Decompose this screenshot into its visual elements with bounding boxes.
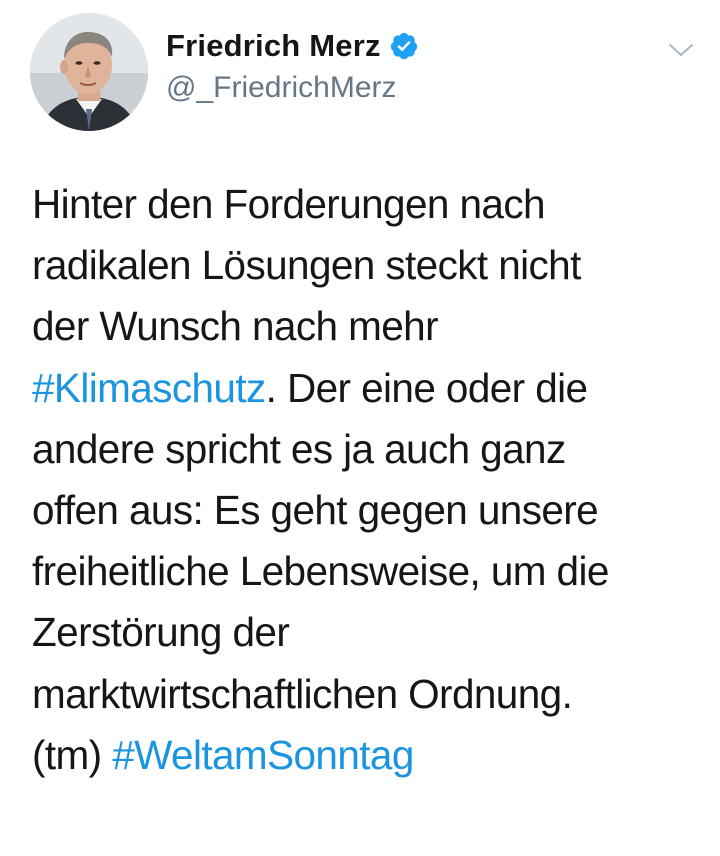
tweet-line: radikalen Lösungen steckt nicht <box>32 242 581 289</box>
tweet-line-text: . Der eine oder die <box>265 364 588 411</box>
tweet-line: freiheitliche Lebensweise, um die <box>32 548 609 595</box>
avatar-photo <box>30 13 148 131</box>
tweet-line: #Klimaschutz. Der eine oder die <box>32 358 702 419</box>
user-handle[interactable]: @_FriedrichMerz <box>166 68 397 108</box>
tweet-line: (tm) #WeltamSonntag <box>32 725 702 786</box>
tweet-line-text: (tm) <box>32 731 113 778</box>
tweet-line: der Wunsch nach mehr <box>32 303 439 350</box>
tweet-line: Hinter den Forderungen nach <box>32 181 546 227</box>
hashtag-link-klimaschutz[interactable]: #Klimaschutz <box>32 365 266 411</box>
hashtag-link-weltamsonntag[interactable]: #WeltamSonntag <box>112 732 414 778</box>
tweet-text: Hinter den Forderungen nach radikalen Lö… <box>32 174 702 786</box>
tweet-card: Friedrich Merz @_FriedrichMerz Hinter de… <box>0 0 720 856</box>
user-name-row: Friedrich Merz <box>166 24 419 68</box>
tweet-line: offen aus: Es geht gegen unsere <box>32 486 599 533</box>
display-name[interactable]: Friedrich Merz <box>166 26 381 66</box>
tweet-line: marktwirtschaftlichen Ordnung. <box>32 670 573 717</box>
chevron-down-icon[interactable] <box>664 36 698 64</box>
verified-badge-icon <box>389 31 419 61</box>
tweet-line: andere spricht es ja auch ganz <box>32 425 566 472</box>
tweet-line: Zerstörung der <box>32 609 290 656</box>
avatar[interactable] <box>30 13 148 131</box>
